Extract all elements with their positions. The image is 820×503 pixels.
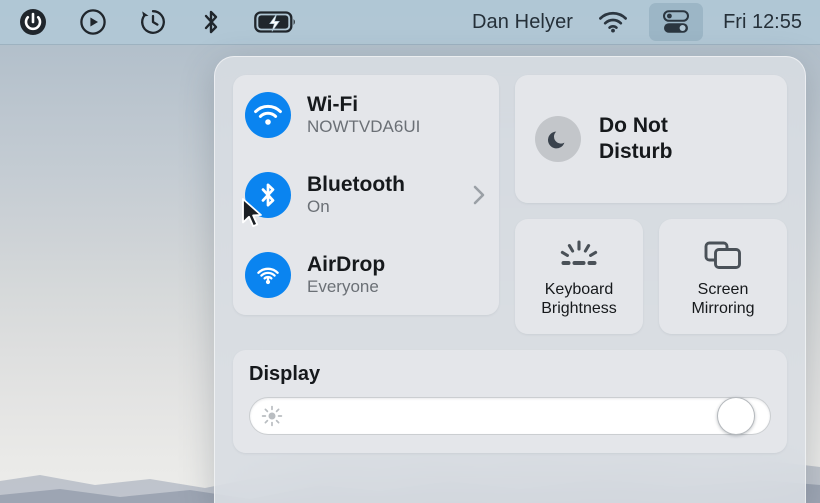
connectivity-column: Wi-Fi NOWTVDA6UI Bluetooth On AirDrop Ev…	[233, 75, 499, 334]
wifi-text: Wi-Fi NOWTVDA6UI	[307, 93, 420, 137]
screen-mirroring-line2: Mirroring	[691, 300, 755, 317]
screen-mirroring-icon	[704, 241, 741, 270]
control-wifi[interactable]: Wi-Fi NOWTVDA6UI	[233, 75, 499, 155]
moon-icon	[535, 116, 581, 162]
menu-bar-left-icons	[0, 3, 302, 41]
airdrop-visibility: Everyone	[307, 277, 379, 297]
bluetooth-title: Bluetooth	[307, 172, 405, 196]
menu-bar-user-name[interactable]: Dan Helyer	[468, 3, 577, 41]
dnd-title-line1: Do Not	[599, 114, 668, 138]
airdrop-title: AirDrop	[307, 252, 386, 276]
control-do-not-disturb[interactable]: Do Not Disturb	[515, 75, 787, 203]
bluetooth-text: Bluetooth On	[307, 173, 405, 217]
keyboard-brightness-icon	[560, 240, 598, 266]
chevron-right-icon[interactable]	[471, 182, 487, 208]
power-icon[interactable]	[14, 3, 52, 41]
control-bluetooth[interactable]: Bluetooth On	[233, 155, 499, 235]
dnd-text: Do Not Disturb	[599, 113, 673, 164]
tiles-column: Do Not Disturb Keyboard Brightness Scree…	[515, 75, 787, 334]
display-brightness-slider[interactable]	[249, 397, 771, 435]
display-slider-knob[interactable]	[717, 397, 755, 435]
menu-bar-right-items: Dan Helyer Fri 12:55	[468, 3, 820, 41]
wifi-network-name: NOWTVDA6UI	[307, 117, 421, 137]
screen-mirroring-line1: Screen	[697, 281, 749, 299]
battery-charging-icon[interactable]	[250, 3, 302, 41]
screen-mirroring-label: Screen Mirroring	[691, 281, 754, 319]
time-machine-icon[interactable]	[134, 3, 172, 41]
control-center-icon[interactable]	[649, 3, 704, 41]
menu-bar: Dan Helyer Fri 12:55	[0, 0, 820, 45]
wifi-icon	[245, 92, 291, 138]
menu-bar-clock[interactable]: Fri 12:55	[719, 3, 806, 41]
control-screen-mirroring[interactable]: Screen Mirroring	[659, 219, 787, 334]
user-name-label: Dan Helyer	[472, 10, 574, 33]
bluetooth-status: On	[307, 197, 330, 217]
keyboard-brightness-label: Keyboard Brightness	[541, 281, 617, 319]
control-keyboard-brightness[interactable]: Keyboard Brightness	[515, 219, 643, 334]
display-title: Display	[249, 363, 321, 385]
small-tiles-row: Keyboard Brightness Screen Mirroring	[515, 219, 787, 334]
wifi-title: Wi-Fi	[307, 92, 359, 116]
control-center-panel: Wi-Fi NOWTVDA6UI Bluetooth On AirDrop Ev…	[214, 56, 806, 503]
keyboard-brightness-line1: Keyboard	[544, 281, 614, 299]
control-airdrop[interactable]: AirDrop Everyone	[233, 235, 499, 315]
display-section: Display	[233, 350, 787, 453]
mouse-pointer	[242, 198, 262, 228]
wifi-icon[interactable]	[593, 3, 633, 41]
bluetooth-icon[interactable]	[194, 3, 228, 41]
screen-record-icon[interactable]	[74, 3, 112, 41]
connectivity-group: Wi-Fi NOWTVDA6UI Bluetooth On AirDrop Ev…	[233, 75, 499, 315]
clock-label: Fri 12:55	[723, 10, 802, 33]
brightness-sun-icon	[261, 405, 283, 427]
control-center-top-row: Wi-Fi NOWTVDA6UI Bluetooth On AirDrop Ev…	[233, 75, 787, 334]
airdrop-text: AirDrop Everyone	[307, 253, 385, 297]
keyboard-brightness-line2: Brightness	[541, 300, 617, 317]
airdrop-icon	[245, 252, 291, 298]
dnd-title-line2: Disturb	[599, 140, 673, 163]
